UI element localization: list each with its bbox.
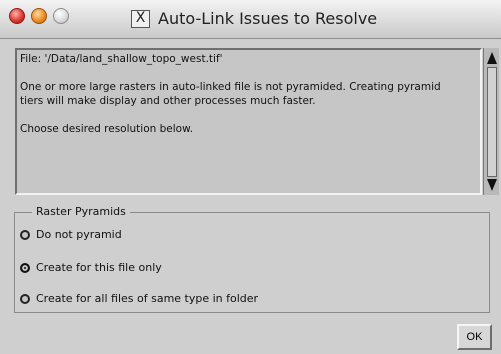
option-create-for-this-file[interactable]: Create for this file only — [20, 261, 162, 274]
option-label: Create for all files of same type in fol… — [36, 292, 259, 305]
option-label: Create for this file only — [36, 261, 162, 274]
ok-button[interactable]: OK — [457, 324, 492, 350]
scroll-up-arrow-icon[interactable] — [487, 52, 497, 64]
title-bar[interactable]: X Auto-Link Issues to Resolve — [0, 0, 501, 39]
scroll-down-arrow-icon[interactable] — [487, 179, 497, 191]
x11-logo-icon: X — [131, 10, 150, 28]
raster-pyramids-legend: Raster Pyramids — [32, 205, 130, 218]
option-label: Do not pyramid — [36, 228, 122, 241]
message-scrollbar[interactable] — [483, 48, 499, 195]
file-path-line: File: '/Data/land_shallow_topo_west.tif' — [20, 53, 223, 65]
close-window-icon[interactable] — [9, 8, 25, 24]
pyramid-info-text: One or more large rasters in auto-linked… — [20, 81, 441, 107]
minimize-window-icon[interactable] — [31, 8, 47, 24]
scroll-thumb[interactable] — [487, 67, 497, 177]
message-text: File: '/Data/land_shallow_topo_west.tif'… — [20, 52, 460, 136]
radio-button-icon[interactable] — [20, 294, 30, 304]
radio-button-selected-icon[interactable] — [20, 263, 30, 273]
window-title: Auto-Link Issues to Resolve — [158, 9, 378, 28]
option-do-not-pyramid[interactable]: Do not pyramid — [20, 228, 122, 241]
radio-button-icon[interactable] — [20, 230, 30, 240]
option-create-for-all-files[interactable]: Create for all files of same type in fol… — [20, 292, 258, 305]
zoom-window-icon[interactable] — [53, 8, 69, 24]
choose-resolution-text: Choose desired resolution below. — [20, 123, 194, 135]
